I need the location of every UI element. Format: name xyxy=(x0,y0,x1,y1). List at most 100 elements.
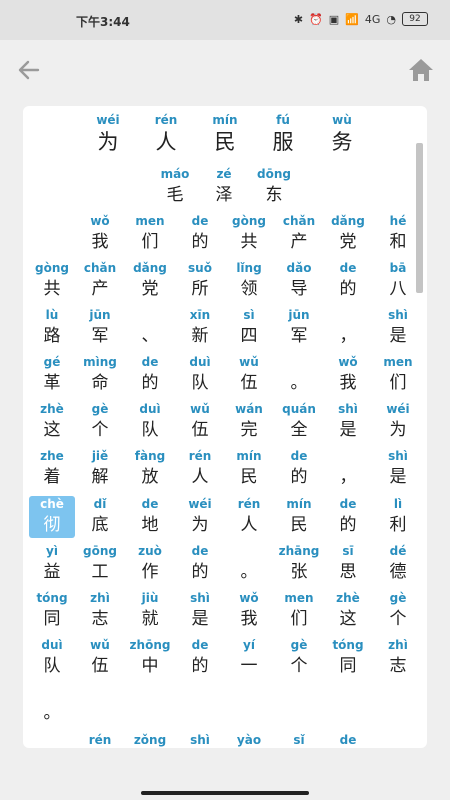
home-button[interactable] xyxy=(406,55,436,85)
text-character[interactable]: zhe 着 xyxy=(29,448,75,490)
title-character[interactable]: fú 服 xyxy=(260,112,306,156)
text-character[interactable]: wán 完 xyxy=(226,401,272,443)
text-character[interactable]: gè 个 xyxy=(276,637,322,679)
text-character[interactable]: wǒ 我 xyxy=(226,590,272,632)
text-character[interactable]: jūn 军 xyxy=(77,307,123,349)
text-character[interactable]: de 地 xyxy=(127,496,173,538)
text-character[interactable]: 、 xyxy=(127,307,173,349)
text-character[interactable]: gōng 工 xyxy=(77,543,123,585)
text-character[interactable]: gè 个 xyxy=(375,590,421,632)
title-character[interactable]: wù 务 xyxy=(319,112,365,156)
text-character[interactable]: sǐ xyxy=(276,732,322,748)
text-character[interactable]: duì 队 xyxy=(29,637,75,679)
text-character[interactable]: gòng 共 xyxy=(29,260,75,302)
text-character[interactable]: dǐ 底 xyxy=(77,496,123,538)
text-character[interactable]: de 的 xyxy=(276,448,322,490)
text-character[interactable]: tóng 同 xyxy=(29,590,75,632)
text-character[interactable]: rén xyxy=(77,732,123,748)
text-character[interactable]: lù 路 xyxy=(29,307,75,349)
text-character[interactable]: chè 彻 xyxy=(29,496,75,538)
text-character[interactable]: dǎng 党 xyxy=(325,213,371,255)
text-character[interactable]: zhì 志 xyxy=(375,637,421,679)
text-character[interactable]: zhì 志 xyxy=(77,590,123,632)
text-character[interactable]: de 的 xyxy=(177,637,223,679)
text-character[interactable]: gé 革 xyxy=(29,354,75,396)
text-character[interactable]: zuò 作 xyxy=(127,543,173,585)
text-character[interactable]: de 的 xyxy=(127,354,173,396)
text-character[interactable]: chǎn 产 xyxy=(77,260,123,302)
text-character[interactable]: mín 民 xyxy=(226,448,272,490)
text-character[interactable]: gè 个 xyxy=(77,401,123,443)
author-character[interactable]: máo 毛 xyxy=(152,166,198,208)
text-character[interactable]: rén 人 xyxy=(226,496,272,538)
hanzi-character: 这 xyxy=(339,609,357,629)
text-character[interactable]: wǔ 伍 xyxy=(77,637,123,679)
back-button[interactable] xyxy=(14,55,44,85)
pinyin-label: sī xyxy=(342,544,354,558)
text-character[interactable]: wéi 为 xyxy=(177,496,223,538)
text-character[interactable]: yào xyxy=(226,732,272,748)
text-character[interactable]: mìng 命 xyxy=(77,354,123,396)
text-character[interactable]: dé 德 xyxy=(375,543,421,585)
text-character[interactable]: de 的 xyxy=(177,543,223,585)
text-character[interactable]: jiě 解 xyxy=(77,448,123,490)
text-character[interactable]: tóng 同 xyxy=(325,637,371,679)
text-character[interactable]: yì 益 xyxy=(29,543,75,585)
text-character[interactable]: de 的 xyxy=(325,260,371,302)
text-character[interactable]: ， xyxy=(325,307,371,349)
text-character[interactable]: dǎo 导 xyxy=(276,260,322,302)
text-character[interactable]: zǒng xyxy=(127,732,173,748)
text-character[interactable]: jiù 就 xyxy=(127,590,173,632)
text-character[interactable]: shì 是 xyxy=(375,307,421,349)
text-character[interactable]: mín 民 xyxy=(276,496,322,538)
title-character[interactable]: rén 人 xyxy=(143,112,189,156)
text-character[interactable]: men 们 xyxy=(276,590,322,632)
text-character[interactable]: lǐng 领 xyxy=(226,260,272,302)
author-character[interactable]: dōng 东 xyxy=(251,166,297,208)
text-character[interactable]: zhāng 张 xyxy=(276,543,322,585)
text-character[interactable]: zhōng 中 xyxy=(127,637,173,679)
text-character[interactable]: shì 是 xyxy=(375,448,421,490)
text-character[interactable]: sī 思 xyxy=(325,543,371,585)
text-character[interactable]: de 的 xyxy=(325,496,371,538)
text-character[interactable]: hé 和 xyxy=(375,213,421,255)
text-character[interactable]: quán 全 xyxy=(276,401,322,443)
text-character[interactable]: lì 利 xyxy=(375,496,421,538)
scrollbar[interactable] xyxy=(416,143,423,293)
text-character[interactable]: yí 一 xyxy=(226,637,272,679)
text-character[interactable]: de xyxy=(325,732,371,748)
text-character[interactable]: de 的 xyxy=(177,213,223,255)
text-character[interactable]: xīn 新 xyxy=(177,307,223,349)
text-character[interactable]: wǔ 伍 xyxy=(226,354,272,396)
text-character[interactable]: 。 xyxy=(29,684,75,726)
text-character[interactable]: shì 是 xyxy=(177,590,223,632)
text-character[interactable]: wǒ 我 xyxy=(325,354,371,396)
title-character[interactable]: mín 民 xyxy=(202,112,248,156)
text-character[interactable]: ， xyxy=(325,448,371,490)
text-character[interactable]: chǎn 产 xyxy=(276,213,322,255)
text-character[interactable]: 。 xyxy=(276,354,322,396)
text-character[interactable]: shì 是 xyxy=(325,401,371,443)
home-indicator[interactable] xyxy=(141,791,309,795)
text-character[interactable]: men 们 xyxy=(127,213,173,255)
text-character[interactable]: sì 四 xyxy=(226,307,272,349)
text-character[interactable]: shì xyxy=(177,732,223,748)
text-character[interactable]: zhè 这 xyxy=(325,590,371,632)
text-character[interactable]: duì 队 xyxy=(127,401,173,443)
text-character[interactable]: bā 八 xyxy=(375,260,421,302)
text-character[interactable]: wǒ 我 xyxy=(77,213,123,255)
text-character[interactable]: fàng 放 xyxy=(127,448,173,490)
text-character[interactable]: wéi 为 xyxy=(375,401,421,443)
author-character[interactable]: zé 泽 xyxy=(201,166,247,208)
text-character[interactable]: gòng 共 xyxy=(226,213,272,255)
text-character[interactable]: jūn 军 xyxy=(276,307,322,349)
text-character[interactable]: duì 队 xyxy=(177,354,223,396)
text-character[interactable]: suǒ 所 xyxy=(177,260,223,302)
text-character[interactable]: zhè 这 xyxy=(29,401,75,443)
text-character[interactable]: men 们 xyxy=(375,354,421,396)
text-character[interactable]: dǎng 党 xyxy=(127,260,173,302)
title-character[interactable]: wéi 为 xyxy=(85,112,131,156)
text-character[interactable]: rén 人 xyxy=(177,448,223,490)
text-character[interactable]: 。 xyxy=(226,543,272,585)
text-character[interactable]: wǔ 伍 xyxy=(177,401,223,443)
